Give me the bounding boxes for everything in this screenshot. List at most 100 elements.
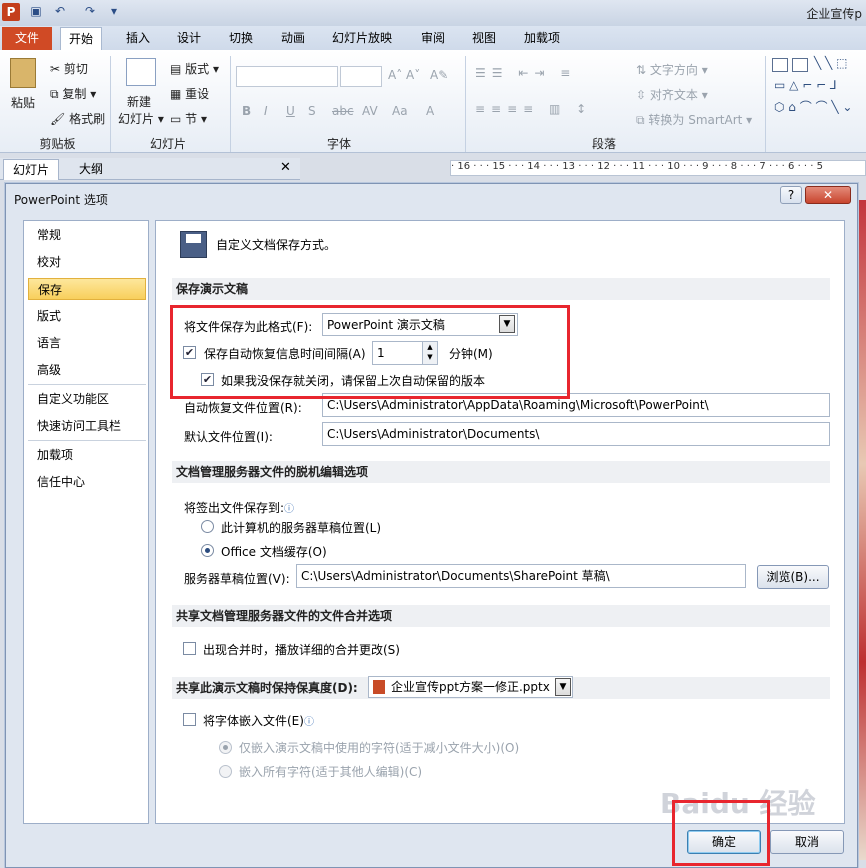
tab-slides[interactable]: 幻灯片 xyxy=(3,159,59,180)
layout-button[interactable]: ▤ 版式 ▾ xyxy=(170,60,219,77)
smartart-button[interactable]: ⧉ 转换为 SmartArt ▾ xyxy=(636,111,752,128)
nav-item-language[interactable]: 语言 xyxy=(28,332,146,354)
grow-font-icon[interactable]: A˄ A˅ xyxy=(388,68,420,82)
new-slide-label-2[interactable]: 幻灯片 ▾ xyxy=(118,110,164,127)
server-drafts-location-input[interactable]: C:\Users\Administrator\Documents\SharePo… xyxy=(296,564,746,588)
redo-icon[interactable]: ↷ xyxy=(82,4,98,20)
align-text-button[interactable]: ⇳ 对齐文本 ▾ xyxy=(636,86,708,103)
format-painter-label: 格式刷 xyxy=(69,112,106,126)
title-bar xyxy=(0,0,866,26)
smartart-label: 转换为 SmartArt xyxy=(648,113,743,127)
change-case-button[interactable]: Aa xyxy=(392,104,408,118)
shape-icon[interactable] xyxy=(772,58,788,72)
font-name-combo[interactable] xyxy=(236,66,338,87)
char-spacing-button[interactable]: AV xyxy=(362,104,378,118)
window-title: 企业宣传p xyxy=(806,7,862,21)
nav-item-advanced[interactable]: 高级 xyxy=(28,359,146,381)
shape-icon[interactable]: ⬡ ⌂ ⌒ ⌒ ╲ ⌄ xyxy=(774,98,852,115)
tab-review[interactable]: 审阅 xyxy=(413,27,453,50)
format-painter-button[interactable]: 🖌 格式刷 xyxy=(50,110,105,127)
embed-used-chars-radio[interactable] xyxy=(219,741,232,754)
paste-button[interactable]: 粘贴 xyxy=(11,94,35,111)
powerpoint-logo-icon[interactable]: P xyxy=(2,3,20,21)
align-text-label: 对齐文本 xyxy=(649,88,698,102)
undo-icon[interactable]: ↶ xyxy=(52,4,68,20)
reset-button[interactable]: ▦ 重设 xyxy=(170,85,209,102)
shape-icon[interactable]: ╲ ╲ ⬚ xyxy=(814,56,847,70)
new-slide-icon[interactable] xyxy=(126,58,156,86)
tab-insert[interactable]: 插入 xyxy=(118,27,158,50)
fidelity-file-value: 企业宣传ppt方案一修正.pptx xyxy=(391,680,550,694)
cut-button[interactable]: ✂ 剪切 xyxy=(50,60,88,77)
tab-animations[interactable]: 动画 xyxy=(273,27,313,50)
server-drafts-radio[interactable] xyxy=(201,520,214,533)
server-drafts-radio-label: 此计算机的服务器草稿位置(L) xyxy=(221,521,382,535)
list-buttons-icon[interactable]: ☰☰ ⇤⇥ ≡ xyxy=(475,66,576,80)
highlight-box xyxy=(170,305,570,399)
autorecover-location-value: C:\Users\Administrator\AppData\Roaming\M… xyxy=(327,398,709,412)
shape-icon[interactable]: ▭ △ ⌐ ⌐ ⅃ xyxy=(774,78,837,92)
help-button[interactable]: ? xyxy=(780,186,802,204)
clear-format-icon[interactable]: A✎ xyxy=(430,68,448,82)
browse-button[interactable]: 浏览(B)... xyxy=(757,565,829,589)
new-slide-label[interactable]: 新建 xyxy=(127,93,151,110)
embed-fonts-checkbox[interactable] xyxy=(183,713,196,726)
embed-all-chars-radio[interactable] xyxy=(219,765,232,778)
tab-addins[interactable]: 加载项 xyxy=(516,27,568,50)
cancel-button[interactable]: 取消 xyxy=(770,830,844,854)
default-location-value: C:\Users\Administrator\Documents\ xyxy=(327,427,540,441)
strikethrough-button[interactable]: abc xyxy=(332,104,354,118)
embed-all-chars-label: 嵌入所有字符(适于其他人编辑)(C) xyxy=(239,765,423,779)
nav-item-general[interactable]: 常规 xyxy=(28,224,146,246)
shapes-gallery[interactable]: ╲ ╲ ⬚ ▭ △ ⌐ ⌐ ⅃ ⬡ ⌂ ⌒ ⌒ ╲ ⌄ xyxy=(772,56,862,120)
highlight-box-ok xyxy=(672,800,770,866)
server-drafts-location-label: 服务器草稿位置(V): xyxy=(184,572,290,586)
tab-transitions[interactable]: 切换 xyxy=(221,27,261,50)
font-size-combo[interactable] xyxy=(340,66,382,87)
font-color-button[interactable]: A xyxy=(426,104,434,118)
tab-design[interactable]: 设计 xyxy=(169,27,209,50)
copy-button[interactable]: ⧉ 复制 ▾ xyxy=(50,85,96,102)
nav-item-proofing[interactable]: 校对 xyxy=(28,251,146,273)
chevron-down-icon[interactable]: ▼ xyxy=(555,678,571,696)
tab-home[interactable]: 开始 xyxy=(60,27,103,50)
merge-checkbox[interactable] xyxy=(183,642,196,655)
nav-divider xyxy=(28,440,146,441)
save-icon[interactable]: ▣ xyxy=(28,4,44,20)
close-button[interactable]: ✕ xyxy=(805,186,851,204)
nav-item-save[interactable]: 保存 xyxy=(28,278,146,300)
office-cache-radio[interactable] xyxy=(201,544,214,557)
tab-view[interactable]: 视图 xyxy=(464,27,504,50)
layout-label: 版式 xyxy=(185,62,210,76)
nav-item-addins[interactable]: 加载项 xyxy=(28,444,146,466)
section-button[interactable]: ▭ 节 ▾ xyxy=(170,110,207,127)
embed-used-chars-label: 仅嵌入演示文稿中使用的字符(适于减小文件大小)(O) xyxy=(239,741,520,755)
underline-button[interactable]: U xyxy=(286,104,295,118)
tab-outline[interactable]: 大纲 xyxy=(66,159,116,180)
nav-item-layout[interactable]: 版式 xyxy=(28,305,146,327)
bold-button[interactable]: B xyxy=(242,104,251,118)
nav-item-trust-center[interactable]: 信任中心 xyxy=(28,471,146,493)
fidelity-file-select[interactable]: 企业宣传ppt方案一修正.pptx xyxy=(368,676,573,698)
checkout-label: 将签出文件保存到:ⓘ xyxy=(184,499,294,516)
tab-slideshow[interactable]: 幻灯片放映 xyxy=(324,27,400,50)
customize-qat-icon[interactable]: ▾ xyxy=(106,4,122,20)
nav-divider xyxy=(28,384,146,385)
embed-fonts-label: 将字体嵌入文件(E)ⓘ xyxy=(203,712,314,729)
default-location-input[interactable]: C:\Users\Administrator\Documents\ xyxy=(322,422,830,446)
copy-label: 复制 xyxy=(62,87,87,101)
text-direction-label: 文字方向 xyxy=(649,63,698,77)
text-direction-button[interactable]: ⇅ 文字方向 ▾ xyxy=(636,61,708,78)
close-panel-icon[interactable]: ✕ xyxy=(280,160,291,175)
tab-file[interactable]: 文件 xyxy=(2,27,52,50)
shadow-button[interactable]: S xyxy=(308,104,316,118)
nav-item-customize-ribbon[interactable]: 自定义功能区 xyxy=(28,388,146,410)
shape-icon[interactable] xyxy=(792,58,808,72)
align-buttons-icon[interactable]: ≡≡≡≡ ▥ ↕ xyxy=(475,102,592,116)
italic-button[interactable]: I xyxy=(264,104,268,118)
nav-item-quick-access[interactable]: 快速访问工具栏 xyxy=(28,415,146,437)
office-cache-radio-label: Office 文档缓存(O) xyxy=(221,545,327,559)
section-save-presentations: 保存演示文稿 xyxy=(172,278,830,300)
info-icon: ⓘ xyxy=(284,504,295,515)
paste-icon[interactable] xyxy=(10,58,36,88)
